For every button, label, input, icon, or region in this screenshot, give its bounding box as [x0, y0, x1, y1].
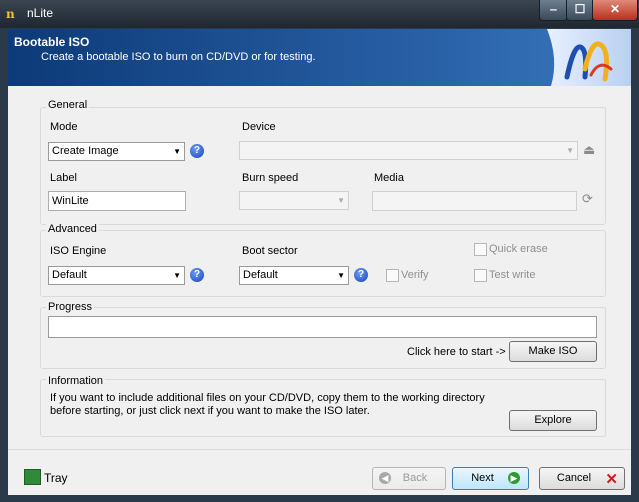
quick-erase-label: Quick erase: [489, 243, 548, 255]
back-button[interactable]: ◀ Back: [372, 467, 446, 490]
chevron-down-icon: ▼: [337, 196, 345, 205]
maximize-button[interactable]: ☐: [566, 0, 594, 21]
advanced-group-label: Advanced: [46, 223, 99, 235]
mode-select[interactable]: Create Image ▼: [48, 142, 185, 161]
boot-sector-help-icon[interactable]: ?: [354, 268, 368, 282]
label-label: Label: [50, 172, 77, 184]
device-select[interactable]: ▼: [239, 141, 578, 160]
general-group-label: General: [46, 99, 90, 111]
information-group-label: Information: [46, 375, 106, 387]
information-text-line2: before starting, or just click next if y…: [50, 405, 370, 417]
cancel-label: Cancel: [556, 472, 592, 484]
test-write-label: Test write: [489, 269, 536, 281]
page-header: Bootable ISO Create a bootable ISO to bu…: [8, 29, 631, 86]
next-arrow-icon: ▶: [508, 472, 520, 484]
information-text-line1: If you want to include additional files …: [50, 392, 485, 404]
iso-engine-label: ISO Engine: [50, 245, 107, 257]
make-iso-button[interactable]: Make ISO: [509, 341, 597, 362]
progress-group-label: Progress: [46, 301, 95, 313]
boot-sector-select[interactable]: Default ▼: [239, 266, 349, 285]
quick-erase-checkbox[interactable]: [474, 243, 487, 256]
verify-checkbox[interactable]: [386, 269, 399, 282]
minimize-button[interactable]: ‒: [539, 0, 568, 21]
media-field: [372, 191, 577, 211]
dialog-client: Bootable ISO Create a bootable ISO to bu…: [8, 29, 631, 495]
eject-icon[interactable]: ⏏: [583, 142, 595, 158]
back-arrow-icon: ◀: [379, 472, 391, 484]
burn-speed-select[interactable]: ▼: [239, 191, 349, 210]
mode-label: Mode: [50, 121, 78, 133]
burn-speed-label: Burn speed: [242, 172, 299, 184]
page-title: Bootable ISO: [14, 35, 90, 49]
tray-label: Tray: [44, 471, 68, 485]
tray-icon: [24, 469, 41, 485]
test-write-checkbox[interactable]: [474, 269, 487, 282]
chevron-down-icon: ▼: [173, 147, 181, 156]
verify-label: Verify: [401, 269, 429, 281]
window-title: nLite: [27, 6, 54, 20]
chevron-down-icon: ▼: [337, 271, 345, 280]
boot-sector-value: Default: [243, 269, 278, 281]
device-label: Device: [242, 121, 276, 133]
iso-engine-value: Default: [52, 269, 87, 281]
page-subtitle: Create a bootable ISO to burn on CD/DVD …: [41, 51, 316, 63]
media-label: Media: [374, 172, 404, 184]
iso-engine-select[interactable]: Default ▼: [48, 266, 185, 285]
boot-sector-label: Boot sector: [242, 245, 298, 257]
footer-divider: [8, 449, 631, 450]
nlite-logo-icon: [547, 29, 631, 86]
advanced-group: [40, 230, 606, 297]
nlite-window: n nLite ‒ ☐ ✕ Bootable ISO Create a boot…: [0, 0, 639, 502]
chevron-down-icon: ▼: [566, 146, 574, 155]
back-label: Back: [402, 472, 428, 484]
chevron-down-icon: ▼: [173, 271, 181, 280]
explore-button[interactable]: Explore: [509, 410, 597, 431]
next-button[interactable]: Next ▶: [452, 467, 529, 490]
next-label: Next: [471, 472, 494, 484]
iso-engine-help-icon[interactable]: ?: [190, 268, 204, 282]
nlite-logo-icon: n: [6, 7, 15, 21]
mode-help-icon[interactable]: ?: [190, 144, 204, 158]
cancel-x-icon: ✕: [605, 471, 618, 488]
title-bar: n nLite ‒ ☐ ✕: [0, 0, 639, 28]
label-input[interactable]: WinLite: [48, 191, 186, 211]
make-iso-hint: Click here to start ->: [407, 346, 506, 358]
cancel-button[interactable]: Cancel ✕: [539, 467, 625, 490]
mode-select-value: Create Image: [52, 145, 119, 157]
refresh-icon[interactable]: ⟳: [582, 191, 593, 207]
close-button[interactable]: ✕: [592, 0, 638, 21]
progress-bar: [48, 316, 597, 338]
